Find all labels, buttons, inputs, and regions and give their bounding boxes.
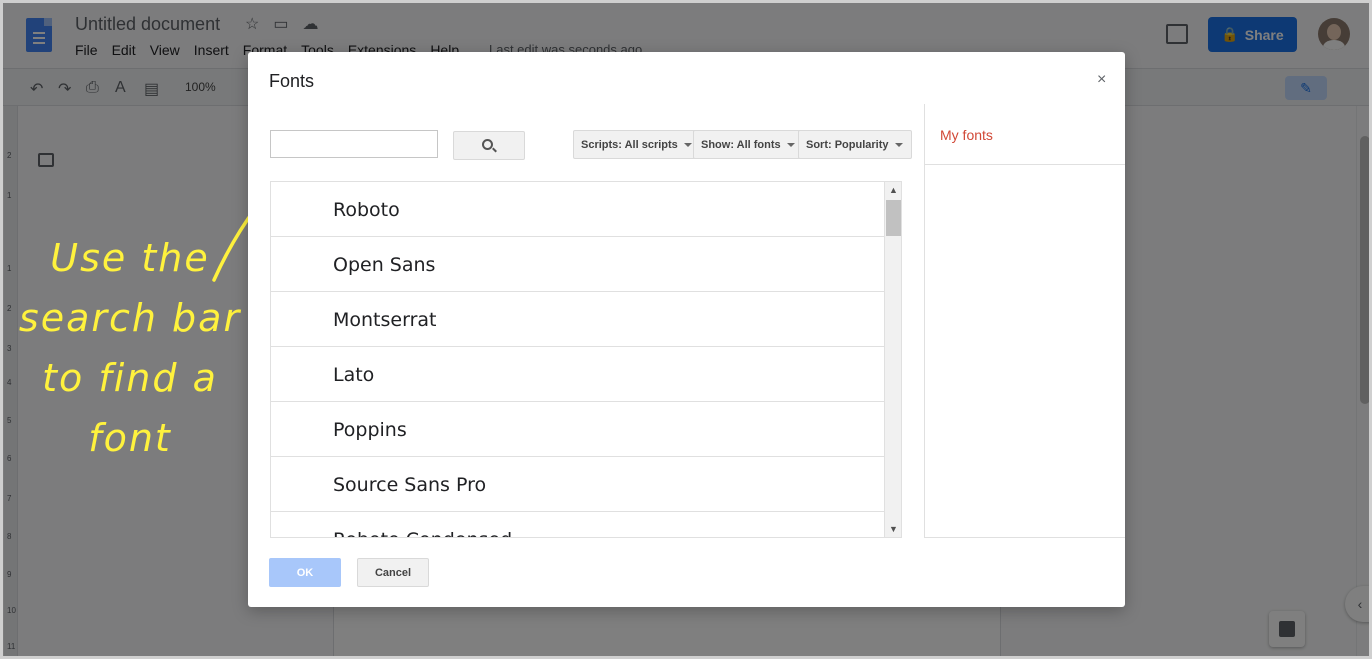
- my-fonts-label: My fonts: [940, 127, 993, 143]
- search-icon: [482, 138, 493, 150]
- font-list-item[interactable]: Roboto Condensed: [271, 512, 884, 537]
- my-fonts-header: My fonts: [925, 104, 1125, 165]
- font-list-scrollbar[interactable]: ▲ ▼: [884, 182, 901, 537]
- scrollbar-thumb[interactable]: [886, 200, 901, 236]
- font-list-item[interactable]: Montserrat: [271, 292, 884, 347]
- search-button[interactable]: [453, 131, 525, 160]
- scroll-up-icon[interactable]: ▲: [885, 182, 901, 198]
- dialog-title: Fonts: [269, 71, 315, 91]
- font-name: Source Sans Pro: [333, 474, 487, 496]
- font-list-item[interactable]: Open Sans: [271, 237, 884, 292]
- font-name: Poppins: [333, 419, 407, 441]
- dropdown-caret-icon: [786, 142, 795, 147]
- show-filter-dropdown[interactable]: Show: All fonts: [693, 130, 804, 159]
- scroll-down-icon[interactable]: ▼: [885, 521, 901, 537]
- dropdown-caret-icon: [894, 142, 903, 147]
- font-search-input[interactable]: [270, 130, 438, 158]
- dropdown-caret-icon: [683, 142, 692, 147]
- sort-label: Sort: Popularity: [806, 138, 889, 151]
- ok-button[interactable]: OK: [269, 558, 341, 587]
- font-list-item[interactable]: Lato: [271, 347, 884, 402]
- annotation-line: to find a: [42, 356, 218, 400]
- annotation-line: font: [88, 416, 172, 460]
- my-fonts-panel: My fonts: [924, 104, 1125, 538]
- scripts-filter-dropdown[interactable]: Scripts: All scripts: [573, 130, 701, 159]
- close-icon[interactable]: ×: [1097, 71, 1106, 89]
- sort-dropdown[interactable]: Sort: Popularity: [798, 130, 912, 159]
- font-name: Lato: [333, 364, 375, 386]
- font-name: Montserrat: [333, 309, 437, 331]
- font-list: Roboto Open Sans Montserrat Lato Poppins…: [270, 181, 902, 538]
- fonts-dialog: Fonts × Scripts: All scripts Show: All f…: [248, 52, 1125, 607]
- cancel-button[interactable]: Cancel: [357, 558, 429, 587]
- annotation-line: search bar: [18, 296, 242, 340]
- font-list-item[interactable]: Poppins: [271, 402, 884, 457]
- scripts-filter-label: Scripts: All scripts: [581, 138, 678, 151]
- font-name: Open Sans: [333, 254, 436, 276]
- font-name: Roboto: [333, 199, 400, 221]
- font-list-item[interactable]: Source Sans Pro: [271, 457, 884, 512]
- show-filter-label: Show: All fonts: [701, 138, 781, 151]
- font-name: Roboto Condensed: [333, 529, 512, 537]
- font-list-item[interactable]: Roboto: [271, 182, 884, 237]
